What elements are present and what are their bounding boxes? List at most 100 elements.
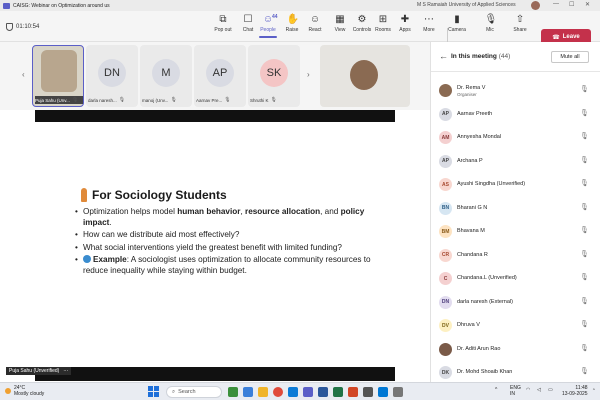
participant-row[interactable]: Dr. Rema V Organiser 🎙 xyxy=(431,80,600,100)
account-avatar[interactable] xyxy=(531,1,540,10)
app-icon-2[interactable] xyxy=(243,387,253,397)
participant-name: Archana P xyxy=(457,157,483,164)
toolbar-button-people[interactable]: ☺ 44 People xyxy=(255,14,281,38)
participant-row[interactable]: C Chandana.L (Unverified) 🎙 xyxy=(431,268,600,288)
more-options-icon[interactable]: ⋯ xyxy=(63,368,68,374)
tray-chevron-icon[interactable]: ^ xyxy=(495,387,497,393)
volume-icon[interactable]: ◁ xyxy=(537,387,541,393)
meeting-toolbar: 01:10:54 ⧉ Pop out ☐ Chat ☺ 44 People ✋ Raise ☺ Re… xyxy=(0,11,600,46)
powerpoint-icon[interactable] xyxy=(348,387,358,397)
toolbar-button-apps[interactable]: ✚ Apps xyxy=(392,14,418,33)
close-window-button[interactable]: ✕ xyxy=(585,1,590,8)
mute-all-button[interactable]: Mute all xyxy=(551,51,589,63)
toolbar-button-label: Raise xyxy=(285,27,299,33)
gallery-next-arrow[interactable]: › xyxy=(307,70,310,79)
participant-row[interactable]: AS Ayushi Singdha (Unverified) 🎙 xyxy=(431,174,600,194)
gallery-prev-arrow[interactable]: ‹ xyxy=(22,70,25,79)
word-icon[interactable] xyxy=(318,387,328,397)
participant-row[interactable]: BM Bhavana M 🎙 xyxy=(431,221,600,241)
app-icon-3[interactable] xyxy=(363,387,373,397)
tile-name-text: Aarnav Pre... xyxy=(196,97,223,103)
participant-row[interactable]: DK Dr. Mohd Shoaib Khan 🎙 xyxy=(431,362,600,382)
battery-icon[interactable]: ▭ xyxy=(548,387,553,393)
participant-name: Dr. Aditi Arun Rao xyxy=(457,345,501,352)
mic-muted-icon: 🎙 xyxy=(71,97,79,103)
back-arrow-icon[interactable]: ← xyxy=(439,51,448,61)
slide-top-band xyxy=(35,110,395,122)
participant-row[interactable]: DV Dhruva V 🎙 xyxy=(431,315,600,335)
participant-row[interactable]: Dr. Aditi Arun Rao 🎙 xyxy=(431,339,600,359)
minimize-button[interactable]: — xyxy=(553,1,559,7)
windows-start-icon[interactable] xyxy=(148,386,159,397)
toolbar-button-more[interactable]: ⋯ More xyxy=(416,14,442,33)
participant-row[interactable]: AP Archana P 🎙 xyxy=(431,151,600,171)
language-indicator[interactable]: ENG IN xyxy=(510,385,521,397)
participant-row[interactable]: DN darla naresh (External) 🎙 xyxy=(431,292,600,312)
mic-muted-icon: 🎙 xyxy=(580,156,589,164)
notification-icon[interactable]: ◔ xyxy=(592,387,595,393)
phone-icon: ☎ xyxy=(552,34,560,41)
participant-avatar: AP xyxy=(439,107,452,121)
wifi-icon[interactable]: ◠ xyxy=(526,387,530,393)
edge-icon[interactable] xyxy=(288,387,298,397)
toolbar-button-react[interactable]: ☺ React xyxy=(302,14,328,33)
mic-muted-icon: 🎙 xyxy=(224,97,231,103)
taskbar-search[interactable]: ⌕ Search xyxy=(166,386,222,398)
participant-avatar xyxy=(439,84,452,97)
chrome-icon[interactable] xyxy=(273,387,283,397)
participant-tile[interactable]: Puja Sahu (Unv... 🎙 xyxy=(32,45,84,107)
toolbar-button-label: Pop out xyxy=(214,27,232,33)
participant-avatar: SK xyxy=(260,59,288,87)
participant-avatar: AP xyxy=(206,59,234,87)
participant-role: Organiser xyxy=(457,92,477,97)
participant-avatar: DK xyxy=(439,366,452,379)
mic-muted-icon: 🎙 xyxy=(580,133,589,140)
participant-avatar: DN xyxy=(439,295,452,309)
participant-tile-name: darla naresh... 🎙 xyxy=(88,96,136,104)
mic-muted-icon: 🎙 xyxy=(580,344,589,352)
participant-name: Dr. Mohd Shoaib Khan xyxy=(457,369,513,375)
mic-muted-icon: 🎙 xyxy=(580,227,589,234)
participant-tile[interactable]: Mmanoj (Unv... 🎙 xyxy=(140,45,192,107)
participant-tile[interactable]: DN darla naresh... 🎙 xyxy=(86,45,138,107)
participant-row[interactable]: AP Aarnav Preeth 🎙 xyxy=(431,104,600,124)
participant-row[interactable]: BN Bharani G N 🎙 xyxy=(431,198,600,218)
participant-avatar: DN xyxy=(98,59,126,87)
excel-icon[interactable] xyxy=(333,387,343,397)
system-clock[interactable]: 11:48 13-09-2025 xyxy=(562,385,588,397)
participant-tile[interactable]: AP Aarnav Pre... 🎙 xyxy=(194,45,246,107)
participant-avatar: CR xyxy=(439,248,452,262)
bullet-1-end: . xyxy=(109,217,112,227)
timer-text: 01:10:54 xyxy=(16,24,40,30)
participant-avatar: BM xyxy=(439,225,452,238)
search-placeholder: Search xyxy=(178,389,196,395)
tile-name-text: Puja Sahu (Unv... xyxy=(35,97,70,103)
participant-name: Aarnav Preeth xyxy=(457,110,493,117)
toolbar-button-share[interactable]: ⇧ Share xyxy=(507,14,533,33)
toolbar-button-label: Apps xyxy=(399,27,411,33)
teams-taskbar-icon[interactable] xyxy=(303,387,313,397)
participant-avatar: AS xyxy=(439,178,452,191)
maximize-button[interactable]: ☐ xyxy=(569,1,574,8)
toolbar-button-label: React xyxy=(308,27,322,33)
participant-video xyxy=(41,50,77,92)
mic-muted-icon: 🎙 xyxy=(580,180,589,187)
app-icon-1[interactable] xyxy=(228,387,238,397)
participant-avatar: AM xyxy=(439,131,452,144)
slide-bottom-band xyxy=(35,367,395,381)
toolbar-button-pop-out[interactable]: ⧉ Pop out xyxy=(210,14,236,33)
weather-widget[interactable]: 24°C Mostly cloudy xyxy=(5,385,44,397)
participant-row[interactable]: CR Chandana R 🎙 xyxy=(431,245,600,265)
org-name: M S Ramaiah University of Applied Scienc… xyxy=(417,2,516,8)
folder-icon[interactable] xyxy=(258,387,268,397)
teams-icon xyxy=(3,2,10,9)
participant-row[interactable]: AM Annyesha Mondal 🎙 xyxy=(431,127,600,147)
store-icon[interactable] xyxy=(378,387,388,397)
toolbar-button-label: Camera xyxy=(448,27,466,33)
toolbar-button-mic[interactable]: 🎙 Mic xyxy=(477,14,503,33)
participant-tile[interactable]: SK Shruthi K 🎙 xyxy=(248,45,300,107)
camera-icon: ▮ xyxy=(454,14,460,25)
more-icon: ⋯ xyxy=(424,14,434,25)
raise-hand-icon: ✋ xyxy=(286,14,299,25)
app-icon-4[interactable] xyxy=(393,387,403,397)
